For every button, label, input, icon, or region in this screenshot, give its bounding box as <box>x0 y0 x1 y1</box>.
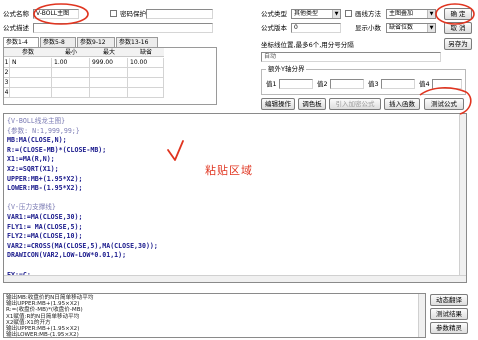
circle-around-test-formula-button <box>419 87 472 115</box>
output-scrollbar[interactable] <box>418 294 425 337</box>
circle-around-ok-button <box>435 3 475 25</box>
check-mark-icon <box>167 140 184 161</box>
param-wizard-button[interactable]: 参数精灵 <box>430 322 468 334</box>
dynamic-translate-button[interactable]: 动态翻译 <box>430 294 468 306</box>
output-line: 输出LOWER:MB-(1.95×X2) <box>6 332 79 338</box>
circle-around-formula-name <box>33 3 89 25</box>
output-panel: 输出MB:收盘价的N日简单移动平均 输出UPPER:MB+(1.95×X2) R:=… <box>3 293 426 338</box>
test-result-button[interactable]: 测试结果 <box>430 308 468 320</box>
red-annotation-overlay <box>33 3 475 161</box>
